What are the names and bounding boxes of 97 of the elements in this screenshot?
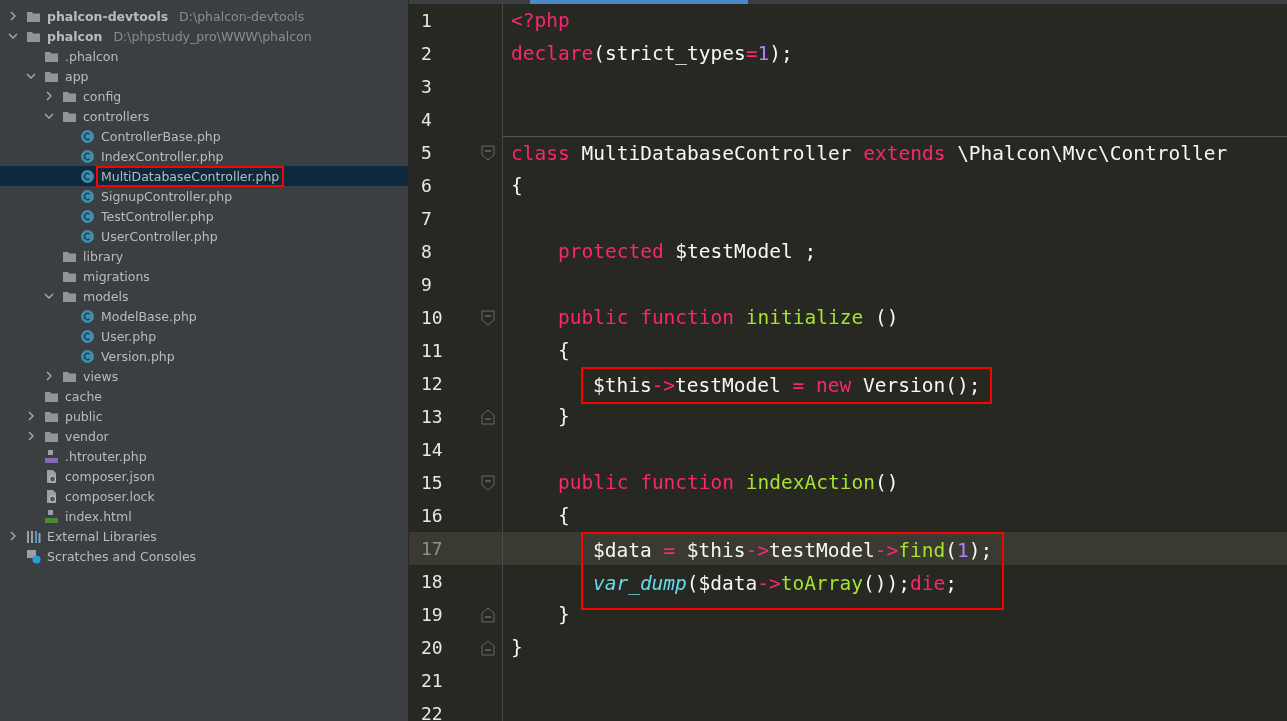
line-number: 5 (420, 142, 433, 163)
code-line: public function indexAction() (556, 471, 899, 494)
class-icon (80, 328, 95, 344)
config-file-icon (44, 468, 59, 484)
code-line: { (511, 174, 523, 197)
php-file-icon (44, 448, 59, 464)
line-number: 18 (420, 571, 444, 592)
tree-item-label[interactable]: app (60, 65, 94, 87)
scratches-icon (26, 548, 41, 564)
tree-item-label[interactable]: index.html (60, 505, 137, 527)
tree-row[interactable]: IndexController.php (0, 146, 408, 166)
line-number: 8 (420, 241, 433, 262)
code-line: declare(strict_types=1); (511, 42, 793, 65)
line-number: 2 (420, 43, 433, 64)
line-number: 11 (420, 340, 444, 361)
tree-item-label[interactable]: UserController.php (96, 225, 223, 247)
line-number: 14 (420, 439, 444, 460)
line-number: 15 (420, 472, 444, 493)
line-number: 20 (420, 637, 444, 658)
tree-row[interactable]: UserController.php (0, 226, 408, 246)
tree-item-label[interactable]: vendor (60, 425, 114, 447)
tree-item-label[interactable]: .htrouter.php (60, 445, 152, 467)
tree-item-label[interactable]: SignupController.php (96, 185, 238, 207)
tree-item-label[interactable]: ModelBase.php (96, 305, 202, 327)
class-icon (80, 348, 95, 364)
tree-item-label[interactable]: library (78, 245, 129, 267)
code-line: } (556, 603, 570, 626)
line-number: 19 (420, 604, 444, 625)
tree-item-label[interactable]: External Libraries (42, 525, 162, 547)
fold-marker-icon[interactable] (480, 639, 495, 656)
html-file-icon (44, 508, 59, 524)
line-number: 1 (420, 10, 433, 31)
class-icon (80, 228, 95, 244)
library-icon (26, 528, 41, 544)
tree-row[interactable]: User.php (0, 326, 408, 346)
project-name[interactable]: phalcon (42, 25, 108, 47)
tree-item-label[interactable]: public (60, 405, 108, 427)
code-line: { (556, 504, 570, 527)
class-icon (80, 168, 95, 184)
tree-item-label[interactable]: models (78, 285, 134, 307)
code-line: protected $testModel ; (556, 240, 817, 263)
fold-marker-icon[interactable] (480, 309, 495, 326)
code-line: <?php (511, 9, 570, 32)
tree-item-label[interactable]: ControllerBase.php (96, 125, 226, 147)
tree-item-label[interactable]: config (78, 85, 127, 107)
line-number: 3 (420, 76, 433, 97)
fold-marker-icon[interactable] (480, 474, 495, 491)
project-name[interactable]: phalcon-devtools (42, 5, 174, 27)
line-number: 6 (420, 175, 433, 196)
code-line: class MultiDatabaseController extends \Phalcon\Mvc\Controller (511, 141, 1228, 165)
tree-item-label[interactable]: controllers (78, 105, 155, 127)
line-number: 22 (420, 703, 444, 721)
tree-row[interactable]: ModelBase.php (0, 306, 408, 326)
class-icon (80, 128, 95, 144)
line-number: 17 (420, 538, 444, 559)
tree-item-label[interactable]: MultiDatabaseController.php (96, 165, 285, 187)
tree-item-label[interactable]: migrations (78, 265, 155, 287)
code-line: $this->testModel = new Version(); (592, 374, 981, 397)
project-path: D:\phalcon-devtools (179, 8, 305, 24)
class-icon (80, 308, 95, 324)
code-line: $data = $this->testModel->find(1); (592, 539, 993, 562)
fold-marker-icon[interactable] (480, 144, 495, 161)
code-line: { (556, 339, 570, 362)
tree-item-label[interactable]: cache (60, 385, 108, 407)
class-icon (80, 188, 95, 204)
config-file-icon (44, 488, 59, 504)
code-line: } (556, 405, 570, 428)
tree-item-label[interactable]: views (78, 365, 124, 387)
tree-row[interactable]: TestController.php (0, 206, 408, 226)
line-number: 9 (420, 274, 433, 295)
tree-item-label[interactable]: Version.php (96, 345, 180, 367)
code-line: } (511, 636, 523, 659)
tree-row[interactable]: Version.php (0, 346, 408, 366)
fold-marker-icon[interactable] (480, 408, 495, 425)
tree-item-label[interactable]: .phalcon (60, 45, 124, 67)
code-line: var_dump($data->toArray());die; (592, 572, 957, 595)
fold-marker-icon[interactable] (480, 606, 495, 623)
tree-item-label[interactable]: User.php (96, 325, 162, 347)
class-icon (80, 148, 95, 164)
line-number: 10 (420, 307, 444, 328)
line-number: 16 (420, 505, 444, 526)
tree-item-label[interactable]: composer.lock (60, 485, 160, 507)
line-number: 12 (420, 373, 444, 394)
tree-row[interactable]: SignupController.php (0, 186, 408, 206)
line-number: 7 (420, 208, 433, 229)
tree-item-label[interactable]: composer.json (60, 465, 160, 487)
tree-item-label[interactable]: IndexController.php (96, 145, 229, 167)
code-line: public function initialize () (556, 306, 899, 329)
line-number: 4 (420, 109, 433, 130)
line-number: 13 (420, 406, 444, 427)
project-path: D:\phpstudy_pro\WWW\phalcon (113, 28, 312, 44)
line-number: 21 (420, 670, 444, 691)
tree-item-label[interactable]: TestController.php (96, 205, 219, 227)
tree-row[interactable]: ControllerBase.php (0, 126, 408, 146)
class-icon (80, 208, 95, 224)
tree-item-label[interactable]: Scratches and Consoles (42, 545, 202, 567)
tree-row[interactable]: MultiDatabaseController.php (0, 166, 408, 186)
